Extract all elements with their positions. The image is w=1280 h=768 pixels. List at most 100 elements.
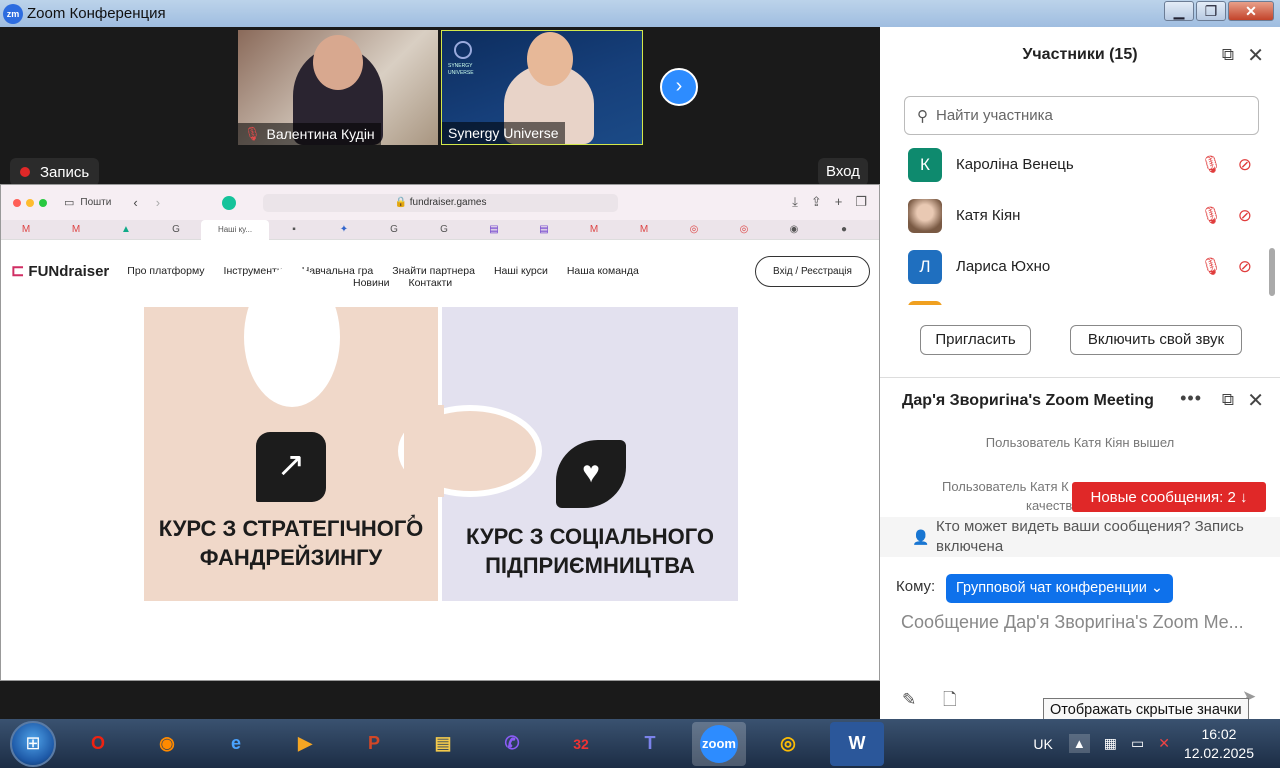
search-placeholder: Найти участника — [936, 107, 1053, 124]
tab-dark-icon: ● — [840, 224, 848, 235]
download-icon: ⤓ — [792, 194, 798, 209]
viber-icon[interactable]: ✆ — [485, 722, 539, 766]
powerpoint-icon[interactable]: P — [347, 722, 401, 766]
popout-icon[interactable]: ⧉ — [1222, 390, 1234, 410]
chat-tools: ✎ 🗋 — [902, 687, 957, 716]
puzzle-notch — [244, 267, 340, 407]
clock-date: 12.02.2025 — [1183, 744, 1254, 761]
window-titlebar: zm Zoom Конференция ▁ ❐ ✕ — [0, 0, 1280, 27]
internet-explorer-icon[interactable]: e — [209, 722, 263, 766]
menu-about[interactable]: Про платформу — [127, 265, 204, 277]
firefox-icon[interactable]: ◉ — [140, 722, 194, 766]
window-traffic-lights — [13, 198, 52, 207]
tabs-overview-icon: ❐ — [855, 194, 867, 209]
participants-title: Участники (15) — [1022, 46, 1138, 63]
mouse-cursor-icon: ➚ — [406, 510, 417, 525]
format-text-icon[interactable]: ✎ — [902, 690, 916, 709]
participant-name: Катя Кіян — [956, 207, 1021, 224]
participant-name: Кароліна Венець — [956, 156, 1074, 173]
record-dot-icon — [20, 167, 30, 177]
course-title-line: ПІДПРИЄМНИЦТВА — [485, 553, 695, 578]
close-chat-icon[interactable]: ✕ — [1247, 388, 1264, 413]
participant-search-input[interactable]: ⚲ Найти участника — [904, 96, 1259, 135]
system-message: Пользователь Катя Кіян вышел — [985, 435, 1175, 450]
back-icon: ‹ — [133, 195, 138, 210]
courses-puzzle: ↗ ♥ КУРС З СТРАТЕГІЧНОГО ФАНДРЕЙЗИНГУ КУ… — [144, 267, 738, 601]
show-hidden-icons-button[interactable]: ▲ — [1068, 734, 1090, 753]
word-icon[interactable]: W — [830, 721, 884, 766]
unmute-self-button[interactable]: Включить свой звук — [1070, 325, 1242, 355]
tab-sparkle-icon: ✦ — [339, 224, 349, 235]
tab-group-label: Пошти — [80, 197, 112, 208]
participant-face — [527, 32, 573, 86]
app-badge-icon[interactable]: 32 — [554, 722, 608, 766]
enter-button[interactable]: Вход — [818, 158, 868, 186]
start-button[interactable]: ⊞ — [10, 720, 56, 767]
chrome-icon[interactable]: ◎ — [761, 722, 815, 766]
participant-row[interactable]: К Кароліна Венець 🎙 ⊘ — [880, 139, 1280, 190]
share-icon: ⇪ — [810, 194, 822, 209]
menu-news[interactable]: Новини — [353, 277, 390, 289]
chat-header: Дар'я Зворигіна's Zoom Meeting ••• ⧉ ✕ — [880, 377, 1280, 423]
opera-icon[interactable]: O — [71, 722, 125, 766]
tab-g-icon: G — [440, 224, 448, 235]
media-player-icon[interactable]: ▶ — [278, 722, 332, 766]
address-bar: 🔒 fundraiser.games — [263, 194, 618, 212]
tray-app-icon[interactable]: ▦ — [1104, 735, 1117, 752]
puzzle-logo-icon: ⊏ — [11, 263, 25, 280]
clock[interactable]: 16:02 12.02.2025 — [1184, 725, 1254, 763]
search-icon: ⚲ — [917, 107, 928, 125]
file-explorer-icon[interactable]: ▤ — [416, 722, 470, 766]
tab-circle-icon: ◎ — [739, 224, 749, 235]
participant-row[interactable]: Л Лариса Юхно 🎙 ⊘ — [880, 241, 1280, 292]
popout-icon[interactable]: ⧉ — [1222, 45, 1234, 65]
chat-visibility-notice[interactable]: 👤 Кто может видеть ваши сообщения? Запис… — [880, 517, 1280, 557]
recording-indicator[interactable]: Запись — [10, 158, 100, 186]
tab-gmail-icon: M — [639, 224, 649, 235]
network-icon[interactable]: ▭ — [1131, 735, 1144, 752]
window-controls: ▁ ❐ ✕ — [1162, 1, 1274, 21]
menu-partner[interactable]: Знайти партнера — [392, 265, 475, 277]
zoom-taskbar-icon[interactable]: zoom — [692, 721, 746, 766]
site-logo[interactable]: ⊏ FUNdraiser — [11, 261, 109, 281]
next-videos-button[interactable]: › — [660, 68, 698, 106]
site-menu: Про платформу Інструменти Навчальна гра … — [127, 265, 658, 277]
minimize-button[interactable]: ▁ — [1164, 1, 1194, 21]
teams-icon[interactable]: T — [623, 722, 677, 766]
tab-g-icon: G — [172, 224, 180, 235]
new-messages-button[interactable]: Новые сообщения: 2 ↓ — [1072, 482, 1266, 512]
tab-circle-icon: ◎ — [689, 224, 699, 235]
chat-message-input[interactable]: Сообщение Дар'я Зворигіна's Zoom Me... — [901, 612, 1271, 636]
new-tab-icon: + — [834, 194, 843, 209]
video-tile-synergy[interactable]: SYNERGY UNIVERSE Synergy Universe — [441, 30, 643, 145]
participant-face — [313, 35, 363, 90]
menu-contacts[interactable]: Контакти — [408, 277, 452, 289]
video-tile-valentyna[interactable]: 🎙 Валентина Кудін — [238, 30, 438, 145]
file-icon[interactable]: 🗋 — [943, 690, 957, 709]
volume-muted-icon[interactable]: ✕ — [1158, 735, 1170, 752]
recording-label: Запись — [40, 163, 90, 181]
recipient-dropdown[interactable]: Групповой чат конференции ⌄ — [946, 574, 1174, 603]
tab-g-icon: G — [390, 224, 398, 235]
more-options-icon[interactable]: ••• — [1180, 388, 1202, 409]
participants-scrollbar[interactable] — [1269, 248, 1275, 296]
meeting-stage: 🎙 Валентина Кудін SYNERGY UNIVERSE Syner… — [0, 27, 880, 719]
close-participants-icon[interactable]: ✕ — [1247, 43, 1264, 68]
close-window-button[interactable]: ✕ — [1228, 1, 1274, 21]
participant-row-partial[interactable] — [880, 292, 1280, 305]
language-indicator[interactable]: UK — [1033, 736, 1052, 752]
participant-row[interactable]: Катя Кіян 🎙 ⊘ — [880, 190, 1280, 241]
browser-toolbar: ▭ Пошти ‹ › 🔒 fundraiser.games ⤓ ⇪ + ❐ — [1, 185, 879, 220]
zoom-app-icon: zm — [3, 3, 23, 24]
avatar — [908, 300, 942, 305]
shared-screen: ▭ Пошти ‹ › 🔒 fundraiser.games ⤓ ⇪ + ❐ M… — [0, 184, 880, 681]
active-tab-label: Наші ку... — [217, 225, 253, 234]
menu-courses[interactable]: Наші курси — [494, 265, 548, 277]
maximize-button[interactable]: ❐ — [1196, 1, 1226, 21]
invite-button[interactable]: Пригласить — [920, 325, 1031, 355]
browser-toolbar-icons: ⤓ ⇪ + ❐ — [792, 194, 867, 210]
login-register-button[interactable]: Вхід / Реєстрація — [755, 256, 870, 287]
menu-team[interactable]: Наша команда — [567, 265, 639, 277]
puzzle-knob-mask — [404, 405, 444, 497]
window-title: Zoom Конференция — [27, 5, 166, 22]
